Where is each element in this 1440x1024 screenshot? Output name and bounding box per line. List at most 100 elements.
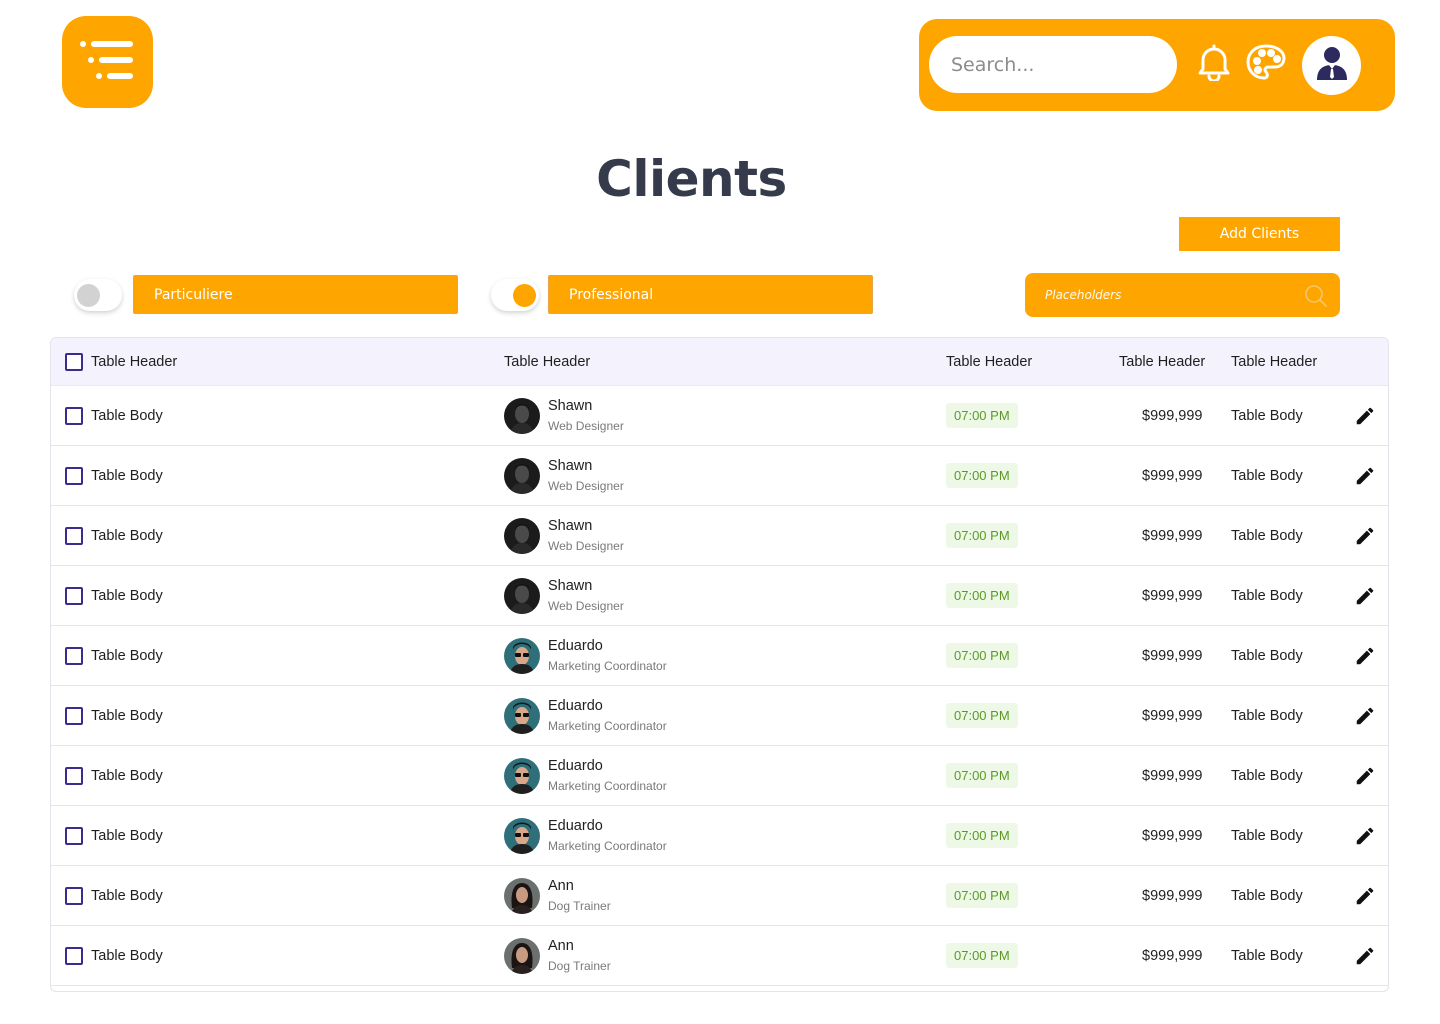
edit-icon[interactable] (1354, 705, 1376, 727)
edit-icon[interactable] (1354, 525, 1376, 547)
time-badge: 07:00 PM (946, 883, 1018, 908)
edit-icon[interactable] (1354, 405, 1376, 427)
table-row[interactable]: Table Body Eduardo Marketing Coordinator… (51, 686, 1388, 746)
row-checkbox[interactable] (65, 646, 83, 665)
table-row[interactable]: Table Body Eduardo Marketing Coordinator… (51, 626, 1388, 686)
edit-icon[interactable] (1354, 885, 1376, 907)
particuliere-filter-button[interactable]: Particuliere (133, 275, 458, 314)
row-checkbox[interactable] (65, 886, 83, 905)
person-avatar (504, 397, 540, 434)
professional-toggle[interactable] (491, 279, 539, 311)
user-avatar-icon (1316, 46, 1348, 85)
add-clients-button[interactable]: Add Clients (1179, 217, 1340, 251)
person-avatar (504, 817, 540, 854)
column-header[interactable]: Table Header (1231, 354, 1317, 370)
person-role: Web Designer (548, 478, 624, 493)
table-row[interactable]: Table Body Shawn Web Designer 07:00 PM $… (51, 446, 1388, 506)
table-row[interactable]: Table Body Shawn Web Designer 07:00 PM $… (51, 566, 1388, 626)
row-label: Table Body (91, 527, 163, 544)
time-badge: 07:00 PM (946, 583, 1018, 608)
table-row[interactable]: Table Body Eduardo Marketing Coordinator… (51, 806, 1388, 866)
column-header[interactable]: Table Header (504, 354, 590, 370)
person-name: Shawn (548, 457, 593, 474)
person-name: Shawn (548, 517, 593, 534)
row-label: Table Body (91, 887, 163, 904)
row-label: Table Body (91, 827, 163, 844)
edit-icon[interactable] (1354, 765, 1376, 787)
table-row[interactable]: Table Body Ann Dog Trainer 07:00 PM $999… (51, 926, 1388, 986)
row-checkbox[interactable] (65, 586, 83, 605)
profile-button[interactable] (1302, 36, 1361, 95)
row-extra: Table Body (1231, 647, 1303, 664)
particuliere-toggle[interactable] (74, 279, 122, 311)
notifications-button[interactable] (1191, 41, 1237, 87)
edit-icon[interactable] (1354, 825, 1376, 847)
table-row[interactable]: Table Body Shawn Web Designer 07:00 PM $… (51, 506, 1388, 566)
person-name: Shawn (548, 577, 593, 594)
table-search-field[interactable]: Placeholders (1025, 273, 1340, 317)
table-row[interactable]: Table Body Eduardo Marketing Coordinator… (51, 746, 1388, 806)
column-header[interactable]: Table Header (91, 354, 177, 370)
person-name: Eduardo (548, 757, 603, 774)
menu-button[interactable] (62, 16, 153, 108)
person-avatar (504, 457, 540, 494)
select-all-checkbox[interactable] (65, 352, 83, 371)
table-row[interactable]: Table Body Shawn Web Designer 07:00 PM $… (51, 386, 1388, 446)
row-extra: Table Body (1231, 707, 1303, 724)
edit-icon[interactable] (1354, 945, 1376, 967)
person-role: Marketing Coordinator (548, 658, 667, 673)
person-role: Web Designer (548, 598, 624, 613)
row-label: Table Body (91, 647, 163, 664)
edit-icon[interactable] (1354, 585, 1376, 607)
person-avatar (504, 757, 540, 794)
row-checkbox[interactable] (65, 526, 83, 545)
time-badge: 07:00 PM (946, 403, 1018, 428)
row-extra: Table Body (1231, 407, 1303, 424)
toggle-knob (77, 284, 100, 307)
row-extra: Table Body (1231, 827, 1303, 844)
search-icon (1304, 284, 1328, 313)
person-role: Dog Trainer (548, 898, 611, 913)
row-checkbox[interactable] (65, 766, 83, 785)
amount-value: $999,999 (1142, 587, 1203, 604)
row-checkbox[interactable] (65, 826, 83, 845)
column-header[interactable]: Table Header (1119, 354, 1205, 370)
person-avatar (504, 877, 540, 914)
time-badge: 07:00 PM (946, 943, 1018, 968)
table-row[interactable]: Table Body Ann Dog Trainer 07:00 PM $999… (51, 866, 1388, 926)
row-checkbox[interactable] (65, 706, 83, 725)
table-body: Table Body Shawn Web Designer 07:00 PM $… (51, 386, 1388, 986)
person-avatar (504, 937, 540, 974)
professional-filter-button[interactable]: Professional (548, 275, 873, 314)
search-input[interactable] (951, 53, 1161, 76)
row-checkbox[interactable] (65, 466, 83, 485)
row-checkbox[interactable] (65, 946, 83, 965)
bell-icon (1197, 43, 1231, 86)
top-bar (919, 19, 1395, 111)
person-role: Marketing Coordinator (548, 838, 667, 853)
list-menu-icon (79, 40, 137, 85)
time-badge: 07:00 PM (946, 463, 1018, 488)
column-header[interactable]: Table Header (946, 354, 1032, 370)
time-badge: 07:00 PM (946, 643, 1018, 668)
person-role: Marketing Coordinator (548, 778, 667, 793)
row-checkbox[interactable] (65, 406, 83, 425)
person-role: Marketing Coordinator (548, 718, 667, 733)
table-header-row: Table Header Table Header Table Header T… (51, 338, 1388, 386)
person-role: Dog Trainer (548, 958, 611, 973)
person-avatar (504, 637, 540, 674)
person-name: Eduardo (548, 817, 603, 834)
person-name: Ann (548, 877, 574, 894)
theme-button[interactable] (1243, 41, 1289, 87)
person-name: Shawn (548, 397, 593, 414)
person-role: Web Designer (548, 538, 624, 553)
edit-icon[interactable] (1354, 645, 1376, 667)
edit-icon[interactable] (1354, 465, 1376, 487)
amount-value: $999,999 (1142, 467, 1203, 484)
page-title: Clients (596, 150, 787, 208)
search-box[interactable] (929, 36, 1177, 93)
row-label: Table Body (91, 587, 163, 604)
person-avatar (504, 577, 540, 614)
amount-value: $999,999 (1142, 887, 1203, 904)
clients-table: Table Header Table Header Table Header T… (50, 337, 1389, 992)
